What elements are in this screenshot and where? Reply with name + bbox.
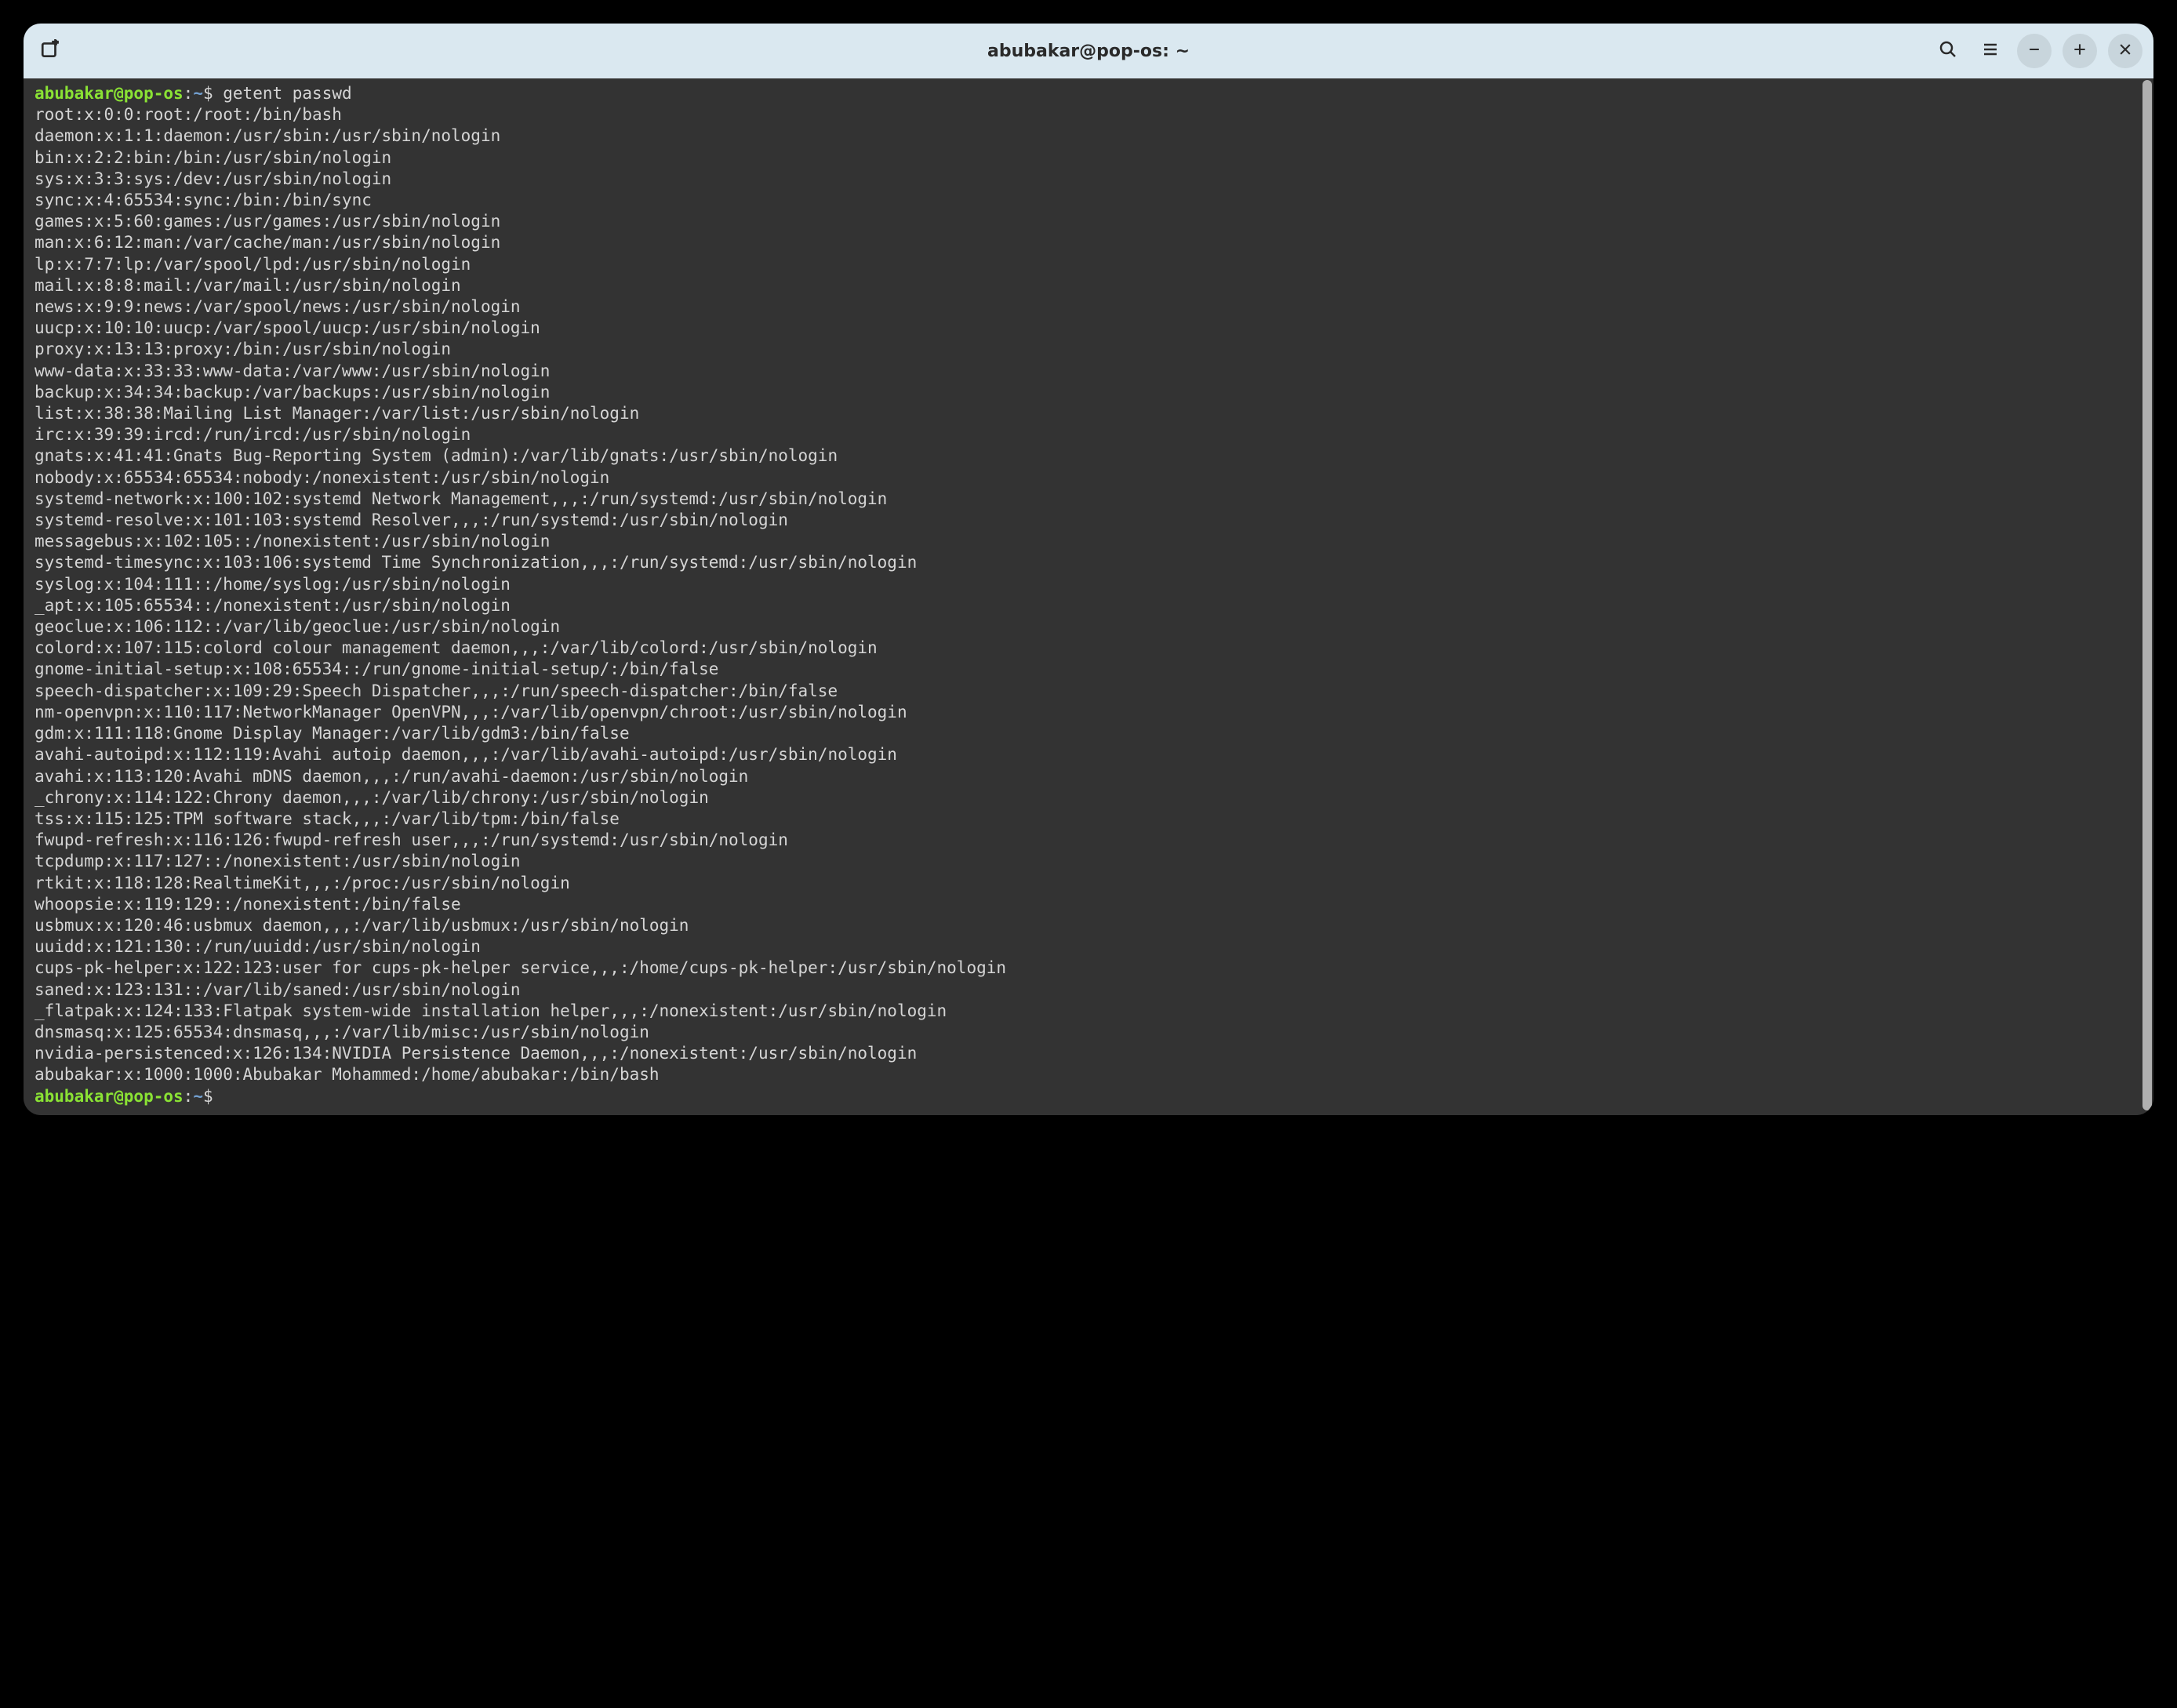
output-line: root:x:0:0:root:/root:/bin/bash (35, 104, 2146, 125)
output-line: backup:x:34:34:backup:/var/backups:/usr/… (35, 382, 2146, 403)
output-line: proxy:x:13:13:proxy:/bin:/usr/sbin/nolog… (35, 339, 2146, 360)
output-line: abubakar:x:1000:1000:Abubakar Mohammed:/… (35, 1064, 2146, 1085)
output-line: uuidd:x:121:130::/run/uuidd:/usr/sbin/no… (35, 936, 2146, 958)
output-line: games:x:5:60:games:/usr/games:/usr/sbin/… (35, 211, 2146, 232)
scrollbar[interactable] (2142, 80, 2152, 1110)
search-button[interactable] (1932, 35, 1964, 67)
output-line: lp:x:7:7:lp:/var/spool/lpd:/usr/sbin/nol… (35, 254, 2146, 275)
output-line: avahi:x:113:120:Avahi mDNS daemon,,,:/ru… (35, 766, 2146, 787)
window-title: abubakar@pop-os: ~ (24, 42, 2153, 61)
command-text: getent passwd (223, 84, 351, 103)
output-line: mail:x:8:8:mail:/var/mail:/usr/sbin/nolo… (35, 275, 2146, 296)
new-tab-icon (40, 39, 60, 63)
prompt-dollar: $ (203, 84, 223, 103)
close-icon (2117, 42, 2133, 60)
output-line: _chrony:x:114:122:Chrony daemon,,,:/var/… (35, 787, 2146, 809)
output-line: gnome-initial-setup:x:108:65534::/run/gn… (35, 659, 2146, 680)
output-line: _apt:x:105:65534::/nonexistent:/usr/sbin… (35, 595, 2146, 616)
output-line: daemon:x:1:1:daemon:/usr/sbin:/usr/sbin/… (35, 125, 2146, 147)
output-line: usbmux:x:120:46:usbmux daemon,,,:/var/li… (35, 915, 2146, 936)
new-tab-button[interactable] (35, 35, 66, 67)
output-line: geoclue:x:106:112::/var/lib/geoclue:/usr… (35, 616, 2146, 638)
output-line: irc:x:39:39:ircd:/run/ircd:/usr/sbin/nol… (35, 424, 2146, 445)
output-line: sync:x:4:65534:sync:/bin:/bin/sync (35, 190, 2146, 211)
close-button[interactable] (2108, 34, 2142, 68)
prompt-user-host: abubakar@pop-os (35, 1087, 184, 1106)
cursor (223, 1087, 233, 1106)
output-line: news:x:9:9:news:/var/spool/news:/usr/sbi… (35, 296, 2146, 318)
minimize-button[interactable] (2017, 34, 2052, 68)
menu-button[interactable] (1975, 35, 2006, 67)
output-line: saned:x:123:131::/var/lib/saned:/usr/sbi… (35, 979, 2146, 1001)
output-line: avahi-autoipd:x:112:119:Avahi autoip dae… (35, 744, 2146, 765)
output-line: colord:x:107:115:colord colour managemen… (35, 638, 2146, 659)
output-line: systemd-network:x:100:102:systemd Networ… (35, 489, 2146, 510)
minimize-icon (2026, 42, 2042, 60)
prompt-dollar: $ (203, 1087, 223, 1106)
output-line: uucp:x:10:10:uucp:/var/spool/uucp:/usr/s… (35, 318, 2146, 339)
search-icon (1939, 40, 1957, 62)
output-line: tss:x:115:125:TPM software stack,,,:/var… (35, 809, 2146, 830)
titlebar: abubakar@pop-os: ~ (24, 24, 2153, 78)
terminal-body[interactable]: abubakar@pop-os:~$ getent passwdroot:x:0… (24, 78, 2153, 1115)
output-line: cups-pk-helper:x:122:123:user for cups-p… (35, 958, 2146, 979)
output-line: syslog:x:104:111::/home/syslog:/usr/sbin… (35, 574, 2146, 595)
prompt-separator: : (184, 84, 194, 103)
prompt-user-host: abubakar@pop-os (35, 84, 184, 103)
output-line: tcpdump:x:117:127::/nonexistent:/usr/sbi… (35, 851, 2146, 872)
output-line: sys:x:3:3:sys:/dev:/usr/sbin/nologin (35, 169, 2146, 190)
output-line: rtkit:x:118:128:RealtimeKit,,,:/proc:/us… (35, 873, 2146, 894)
terminal-window: abubakar@pop-os: ~ (24, 24, 2153, 1115)
maximize-icon (2072, 42, 2088, 60)
output-line: nm-openvpn:x:110:117:NetworkManager Open… (35, 702, 2146, 723)
output-line: fwupd-refresh:x:116:126:fwupd-refresh us… (35, 830, 2146, 851)
prompt-path: ~ (193, 1087, 203, 1106)
output-line: bin:x:2:2:bin:/bin:/usr/sbin/nologin (35, 147, 2146, 169)
output-line: list:x:38:38:Mailing List Manager:/var/l… (35, 403, 2146, 424)
output-line: dnsmasq:x:125:65534:dnsmasq,,,:/var/lib/… (35, 1022, 2146, 1043)
prompt-separator: : (184, 1087, 194, 1106)
output-line: man:x:6:12:man:/var/cache/man:/usr/sbin/… (35, 232, 2146, 253)
terminal-line: abubakar@pop-os:~$ (35, 1086, 2146, 1107)
terminal-line: abubakar@pop-os:~$ getent passwd (35, 83, 2146, 104)
output-line: systemd-resolve:x:101:103:systemd Resolv… (35, 510, 2146, 531)
scrollbar-thumb[interactable] (2142, 80, 2152, 1110)
maximize-button[interactable] (2063, 34, 2097, 68)
output-line: speech-dispatcher:x:109:29:Speech Dispat… (35, 681, 2146, 702)
output-line: gdm:x:111:118:Gnome Display Manager:/var… (35, 723, 2146, 744)
output-line: nvidia-persistenced:x:126:134:NVIDIA Per… (35, 1043, 2146, 1064)
output-line: _flatpak:x:124:133:Flatpak system-wide i… (35, 1001, 2146, 1022)
menu-icon (1981, 40, 2000, 62)
output-line: whoopsie:x:119:129::/nonexistent:/bin/fa… (35, 894, 2146, 915)
prompt-path: ~ (193, 84, 203, 103)
output-line: nobody:x:65534:65534:nobody:/nonexistent… (35, 467, 2146, 489)
output-line: www-data:x:33:33:www-data:/var/www:/usr/… (35, 361, 2146, 382)
output-line: gnats:x:41:41:Gnats Bug-Reporting System… (35, 445, 2146, 467)
output-line: systemd-timesync:x:103:106:systemd Time … (35, 552, 2146, 573)
output-line: messagebus:x:102:105::/nonexistent:/usr/… (35, 531, 2146, 552)
